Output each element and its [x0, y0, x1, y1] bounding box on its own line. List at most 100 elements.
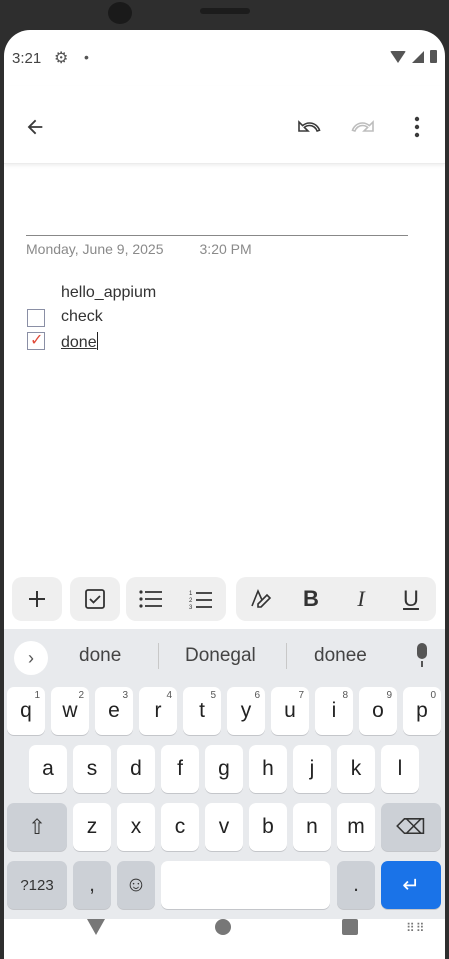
svg-text:1: 1	[189, 591, 193, 597]
key-h[interactable]: h	[249, 745, 287, 793]
period-key[interactable]: .	[337, 861, 375, 909]
gear-icon: ⚙	[54, 50, 69, 67]
key-hint: 1	[34, 690, 40, 701]
expand-suggestions-button[interactable]: ›	[14, 641, 48, 675]
space-key[interactable]	[161, 861, 330, 909]
checklist-item[interactable]: done	[61, 332, 98, 352]
note-time: 3:20 PM	[199, 241, 252, 257]
enter-key[interactable]: ↵	[381, 861, 441, 909]
svg-text:3: 3	[189, 605, 193, 609]
nav-home-icon[interactable]	[215, 919, 231, 935]
checkbox-unchecked[interactable]	[27, 309, 45, 327]
mic-icon[interactable]	[410, 641, 434, 671]
key-a[interactable]: a	[29, 745, 67, 793]
front-camera	[108, 2, 132, 24]
key-u[interactable]: u7	[271, 687, 309, 735]
key-o[interactable]: o9	[359, 687, 397, 735]
key-label: w	[62, 699, 78, 722]
symbols-key[interactable]: ?123	[7, 861, 67, 909]
key-s[interactable]: s	[73, 745, 111, 793]
key-g[interactable]: g	[205, 745, 243, 793]
nav-recents-icon[interactable]	[342, 919, 358, 935]
key-hint: 2	[78, 690, 84, 701]
key-d[interactable]: d	[117, 745, 155, 793]
key-f[interactable]: f	[161, 745, 199, 793]
pen-text-icon	[251, 588, 272, 608]
key-label: r	[154, 699, 162, 722]
key-q[interactable]: q1	[7, 687, 45, 735]
mic-body	[417, 643, 427, 659]
keyboard-switch-icon[interactable]: ⠿⠿	[406, 921, 426, 935]
chevron-right-icon: ›	[28, 647, 34, 668]
key-p[interactable]: p0	[403, 687, 441, 735]
key-z[interactable]: z	[73, 803, 111, 851]
key-hint: 7	[298, 690, 304, 701]
key-label: u	[284, 699, 296, 722]
title-field-underline[interactable]	[26, 235, 408, 236]
add-group	[12, 577, 62, 621]
key-hint: 3	[122, 690, 128, 701]
key-j[interactable]: j	[293, 745, 331, 793]
key-t[interactable]: t5	[183, 687, 221, 735]
status-bar: 3:21 ⚙ •	[4, 30, 445, 86]
key-label: y	[240, 699, 252, 722]
key-r[interactable]: r4	[139, 687, 177, 735]
key-label: e	[108, 699, 120, 722]
bold-button[interactable]: B	[286, 577, 336, 621]
redo-icon	[351, 120, 374, 133]
italic-button[interactable]: I	[336, 577, 386, 621]
nav-back-icon[interactable]	[87, 919, 105, 935]
key-m[interactable]: m	[337, 803, 375, 851]
shift-key[interactable]: ⇧	[7, 803, 67, 851]
key-n[interactable]: n	[293, 803, 331, 851]
suggestion[interactable]: donee	[314, 645, 367, 667]
comma-key[interactable]: ,	[73, 861, 111, 909]
plus-icon	[29, 591, 45, 607]
key-hint: 8	[342, 690, 348, 701]
note-date: Monday, June 9, 2025	[26, 241, 164, 257]
list-group: 123	[126, 577, 226, 621]
suggestion[interactable]: done	[79, 645, 121, 667]
checklist-button[interactable]	[70, 577, 120, 621]
svg-text:2: 2	[189, 598, 193, 604]
undo-button[interactable]	[294, 112, 324, 142]
key-v[interactable]: v	[205, 803, 243, 851]
key-l[interactable]: l	[381, 745, 419, 793]
key-hint: 4	[166, 690, 172, 701]
mic-stem	[421, 661, 423, 667]
key-b[interactable]: b	[249, 803, 287, 851]
bulleted-list-button[interactable]	[126, 577, 176, 621]
note-meta: Monday, June 9, 2025 3:20 PM	[26, 241, 252, 257]
redo-button[interactable]	[348, 112, 378, 142]
earpiece-speaker	[200, 8, 250, 14]
suggestion[interactable]: Donegal	[185, 645, 256, 667]
key-e[interactable]: e3	[95, 687, 133, 735]
more-options-button[interactable]	[402, 112, 432, 142]
checklist-item[interactable]: check	[61, 308, 103, 326]
add-button[interactable]	[12, 577, 62, 621]
backspace-key[interactable]: ⌫	[381, 803, 441, 851]
arrow-left-icon	[27, 119, 43, 135]
key-hint: 0	[430, 690, 436, 701]
key-hint: 5	[210, 690, 216, 701]
numbered-list-icon: 123	[189, 591, 212, 609]
checkbox-checked[interactable]: ✓	[27, 332, 45, 350]
suggestion-divider	[286, 643, 287, 669]
numbered-list-button[interactable]: 123	[176, 577, 226, 621]
underline-button[interactable]: U	[386, 577, 436, 621]
key-w[interactable]: w2	[51, 687, 89, 735]
checkmark-icon: ✓	[30, 332, 44, 349]
key-y[interactable]: y6	[227, 687, 265, 735]
wifi-icon	[390, 50, 406, 63]
note-line[interactable]: hello_appium	[61, 284, 156, 302]
key-x[interactable]: x	[117, 803, 155, 851]
emoji-key[interactable]: ☺	[117, 861, 155, 909]
key-label: o	[372, 699, 384, 722]
key-c[interactable]: c	[161, 803, 199, 851]
back-button[interactable]	[20, 112, 50, 142]
checklist-item-text: done	[61, 334, 97, 351]
key-k[interactable]: k	[337, 745, 375, 793]
key-i[interactable]: i8	[315, 687, 353, 735]
key-hint: 9	[386, 690, 392, 701]
text-style-button[interactable]	[236, 577, 286, 621]
